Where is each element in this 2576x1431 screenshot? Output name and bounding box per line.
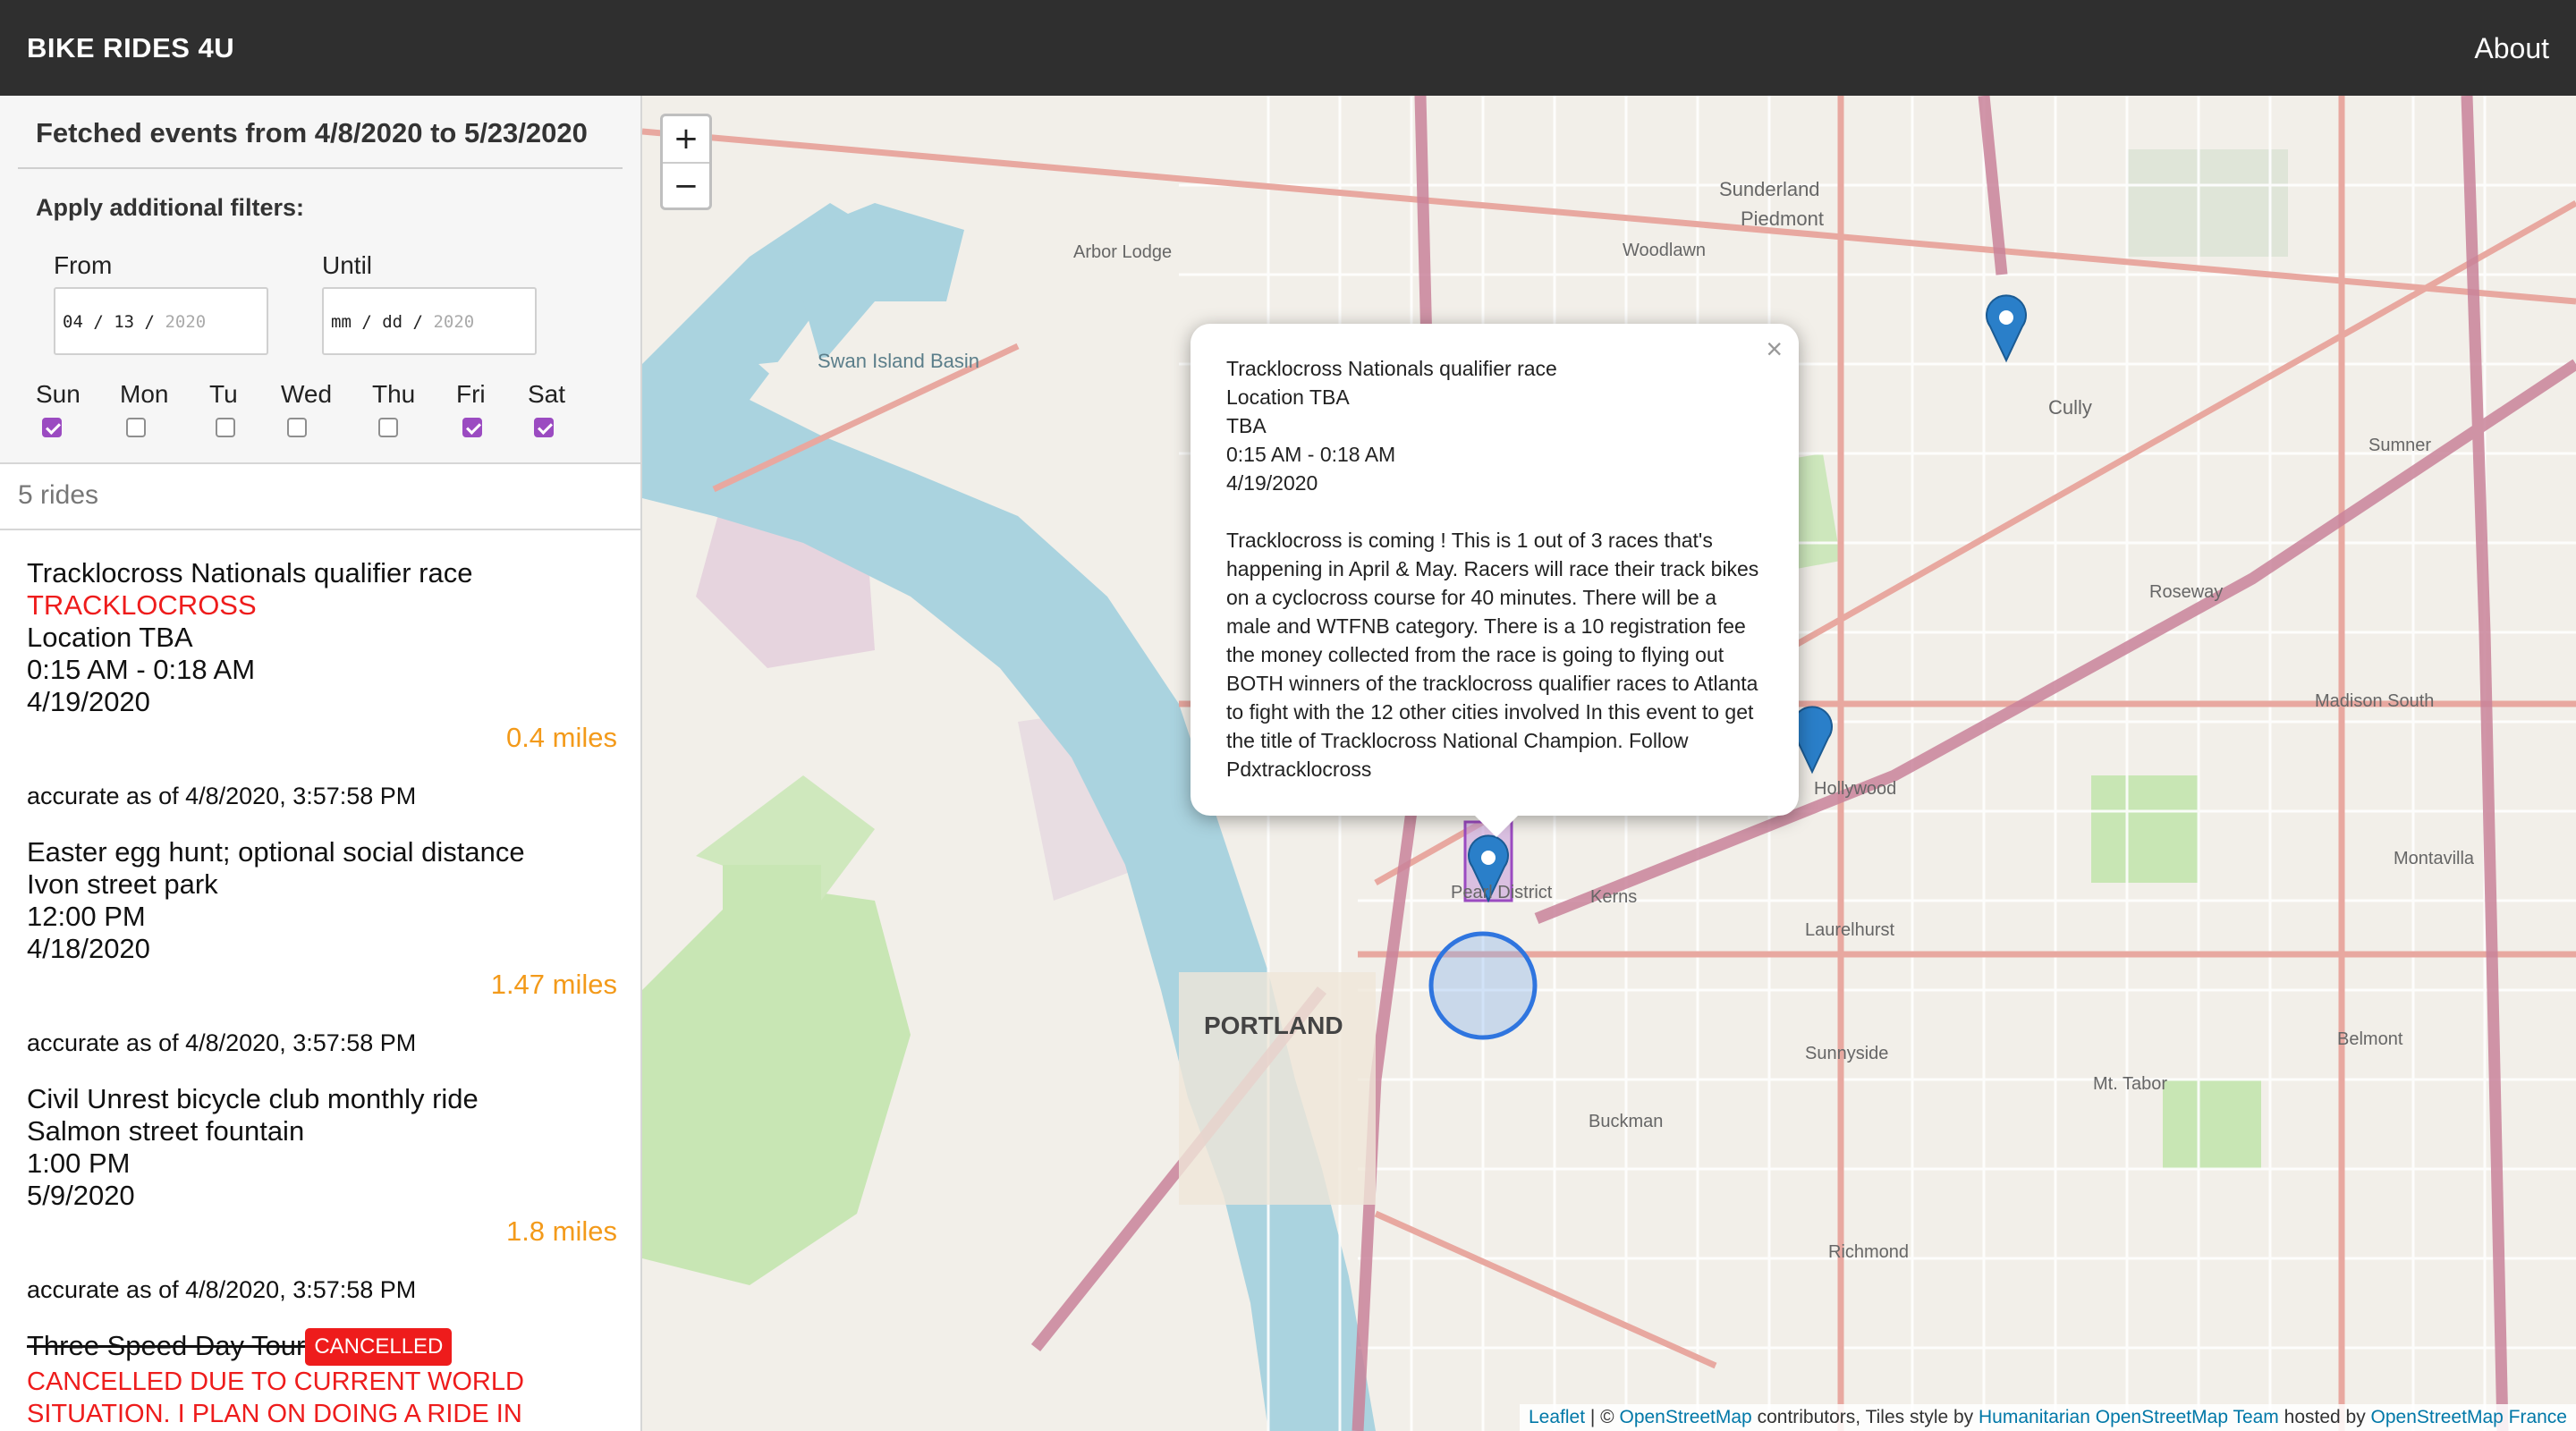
until-day[interactable]: dd xyxy=(382,312,402,332)
ride-accurate-as-of: accurate as of 4/8/2020, 3:57:58 PM xyxy=(27,1029,417,1056)
map-label: Laurelhurst xyxy=(1805,920,1895,940)
from-date-input[interactable]: 04 / 13 / 2020 xyxy=(54,287,268,355)
day-checkbox-tu[interactable] xyxy=(216,418,235,437)
map-label: Buckman xyxy=(1589,1112,1664,1131)
day-checkbox-sat[interactable] xyxy=(534,418,554,437)
map-label: Kerns xyxy=(1590,887,1638,907)
osm-link[interactable]: OpenStreetMap xyxy=(1619,1407,1751,1427)
day-label-mon: Mon xyxy=(120,380,169,408)
divider xyxy=(0,529,640,530)
day-label-sun: Sun xyxy=(36,380,80,408)
popup-address: TBA xyxy=(1226,414,1267,437)
day-checkbox-thu[interactable] xyxy=(378,418,398,437)
rides-count: 5 rides xyxy=(18,480,99,510)
until-year[interactable]: 2020 xyxy=(433,312,474,332)
ride-time: 12:00 PM xyxy=(27,901,146,932)
map-label: Pearl District xyxy=(1451,883,1553,902)
map-attribution: Leaflet | © OpenStreetMap contributors, … xyxy=(1519,1404,2576,1431)
popup-time: 0:15 AM - 0:18 AM xyxy=(1226,443,1396,466)
map-label: Cully xyxy=(2048,396,2092,419)
ride-tag: TRACKLOCROSS xyxy=(27,589,257,621)
map-label: Piedmont xyxy=(1741,207,1824,230)
hot-link[interactable]: Humanitarian OpenStreetMap Team xyxy=(1979,1407,2279,1427)
until-date-input[interactable]: mm / dd / 2020 xyxy=(322,287,537,355)
from-label: From xyxy=(54,251,113,279)
apply-filters-heading: Apply additional filters: xyxy=(36,194,305,221)
day-label-tu: Tu xyxy=(209,380,238,408)
ride-card[interactable]: Easter egg hunt; optional social distanc… xyxy=(27,836,617,1069)
leaflet-link[interactable]: Leaflet xyxy=(1529,1407,1585,1427)
ride-date: 5/9/2020 xyxy=(27,1180,135,1211)
ride-location: Salmon street fountain xyxy=(27,1115,305,1147)
day-checkbox-wed[interactable] xyxy=(287,418,307,437)
ride-location: Location TBA xyxy=(27,622,193,653)
ride-card[interactable]: Three Speed Day Tour CANCELLED CANCELLED … xyxy=(27,1328,617,1431)
map-label: Swan Island Basin xyxy=(818,350,979,372)
from-month[interactable]: 04 xyxy=(63,312,83,332)
top-navbar: BIKE RIDES 4U About xyxy=(0,0,2576,96)
until-month[interactable]: mm xyxy=(331,312,352,332)
map-label: Sunderland xyxy=(1719,178,1820,200)
day-label-wed: Wed xyxy=(281,380,333,408)
ride-date: 4/18/2020 xyxy=(27,933,150,964)
city-label: PORTLAND xyxy=(1204,1012,1343,1039)
popup-location: Location TBA xyxy=(1226,385,1350,409)
map-label: Roseway xyxy=(2149,582,2224,602)
divider xyxy=(18,167,623,169)
sidebar: Fetched events from 4/8/2020 to 5/23/202… xyxy=(0,96,642,1431)
ride-time: 1:00 PM xyxy=(27,1147,131,1179)
ride-accurate-as-of: accurate as of 4/8/2020, 3:57:58 PM xyxy=(27,1276,417,1303)
ride-title[interactable]: Civil Unrest bicycle club monthly ride xyxy=(27,1083,617,1115)
day-checkbox-sun[interactable] xyxy=(42,418,62,437)
map-label: Sumner xyxy=(2368,436,2432,455)
cancelled-badge: CANCELLED xyxy=(305,1328,453,1366)
map-label: Madison South xyxy=(2315,691,2435,711)
day-label-thu: Thu xyxy=(372,380,416,408)
map-label: Belmont xyxy=(2337,1029,2403,1049)
map-label: Hollywood xyxy=(1814,779,1897,799)
about-link[interactable]: About xyxy=(2474,32,2549,65)
event-popup: × Tracklocross Nationals qualifier race … xyxy=(1191,324,1799,837)
until-label: Until xyxy=(322,251,373,279)
ride-distance: 1.8 miles xyxy=(505,1215,617,1247)
map-view[interactable]: Piedmont Arbor Lodge Woodlawn Sunderland… xyxy=(642,96,2576,1431)
popup-date: 4/19/2020 xyxy=(1226,471,1318,495)
osmfr-link[interactable]: OpenStreetMap France xyxy=(2371,1407,2567,1427)
day-checkbox-fri[interactable] xyxy=(462,418,482,437)
map-label: Arbor Lodge xyxy=(1073,242,1173,262)
ride-title[interactable]: Tracklocross Nationals qualifier race xyxy=(27,557,617,589)
filter-panel: Fetched events from 4/8/2020 to 5/23/202… xyxy=(0,96,640,464)
ride-distance: 0.4 miles xyxy=(505,722,617,753)
from-day[interactable]: 13 xyxy=(114,312,134,332)
zoom-control: + − xyxy=(660,114,712,210)
ride-title[interactable]: Easter egg hunt; optional social distanc… xyxy=(27,836,617,868)
fetched-range-text: Fetched events from 4/8/2020 to 5/23/202… xyxy=(36,117,588,148)
day-checkbox-mon[interactable] xyxy=(126,418,146,437)
ride-time: 0:15 AM - 0:18 AM xyxy=(27,654,256,685)
ride-location: Ivon street park xyxy=(27,868,218,900)
popup-title: Tracklocross Nationals qualifier race xyxy=(1226,357,1557,380)
ride-card[interactable]: Civil Unrest bicycle club monthly ride S… xyxy=(27,1083,617,1316)
ride-cancel-note: CANCELLED DUE TO CURRENT WORLD SITUATION… xyxy=(27,1367,524,1428)
close-icon[interactable]: × xyxy=(1766,333,1783,366)
map-label: Richmond xyxy=(1828,1242,1910,1262)
from-year[interactable]: 2020 xyxy=(165,312,206,332)
map-label: Woodlawn xyxy=(1623,241,1707,260)
day-label-fri: Fri xyxy=(456,380,486,408)
map-label: Mt. Tabor xyxy=(2093,1074,2167,1094)
ride-card[interactable]: Tracklocross Nationals qualifier race TR… xyxy=(27,557,617,826)
ride-title[interactable]: Three Speed Day Tour xyxy=(27,1330,305,1361)
brand-logo[interactable]: BIKE RIDES 4U xyxy=(27,32,234,64)
map-label: Sunnyside xyxy=(1805,1044,1889,1063)
popup-description: Tracklocross is coming ! This is 1 out o… xyxy=(1226,529,1759,781)
zoom-out-button[interactable]: − xyxy=(663,162,709,207)
ride-accurate-as-of: accurate as of 4/8/2020, 3:57:58 PM xyxy=(27,783,417,809)
ride-date: 4/19/2020 xyxy=(27,686,150,717)
ride-distance: 1.47 miles xyxy=(490,969,617,1000)
zoom-in-button[interactable]: + xyxy=(663,116,709,162)
day-label-sat: Sat xyxy=(528,380,566,408)
map-label: Montavilla xyxy=(2394,849,2475,868)
